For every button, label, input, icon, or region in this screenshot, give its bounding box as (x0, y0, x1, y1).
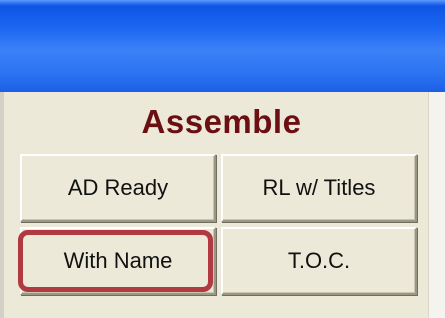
window-titlebar (0, 0, 445, 92)
toc-button[interactable]: T.O.C. (221, 227, 417, 295)
with-name-button[interactable]: With Name (20, 227, 216, 295)
titlebar-highlight (0, 0, 445, 6)
panel-left-border (0, 92, 4, 318)
ad-ready-button[interactable]: AD Ready (20, 154, 216, 222)
assemble-button-grid: AD Ready RL w/ Titles With Name T.O.C. (20, 154, 423, 299)
panel-right-border (428, 92, 445, 318)
rl-with-titles-button[interactable]: RL w/ Titles (221, 154, 417, 222)
panel-title: Assemble (141, 103, 302, 140)
